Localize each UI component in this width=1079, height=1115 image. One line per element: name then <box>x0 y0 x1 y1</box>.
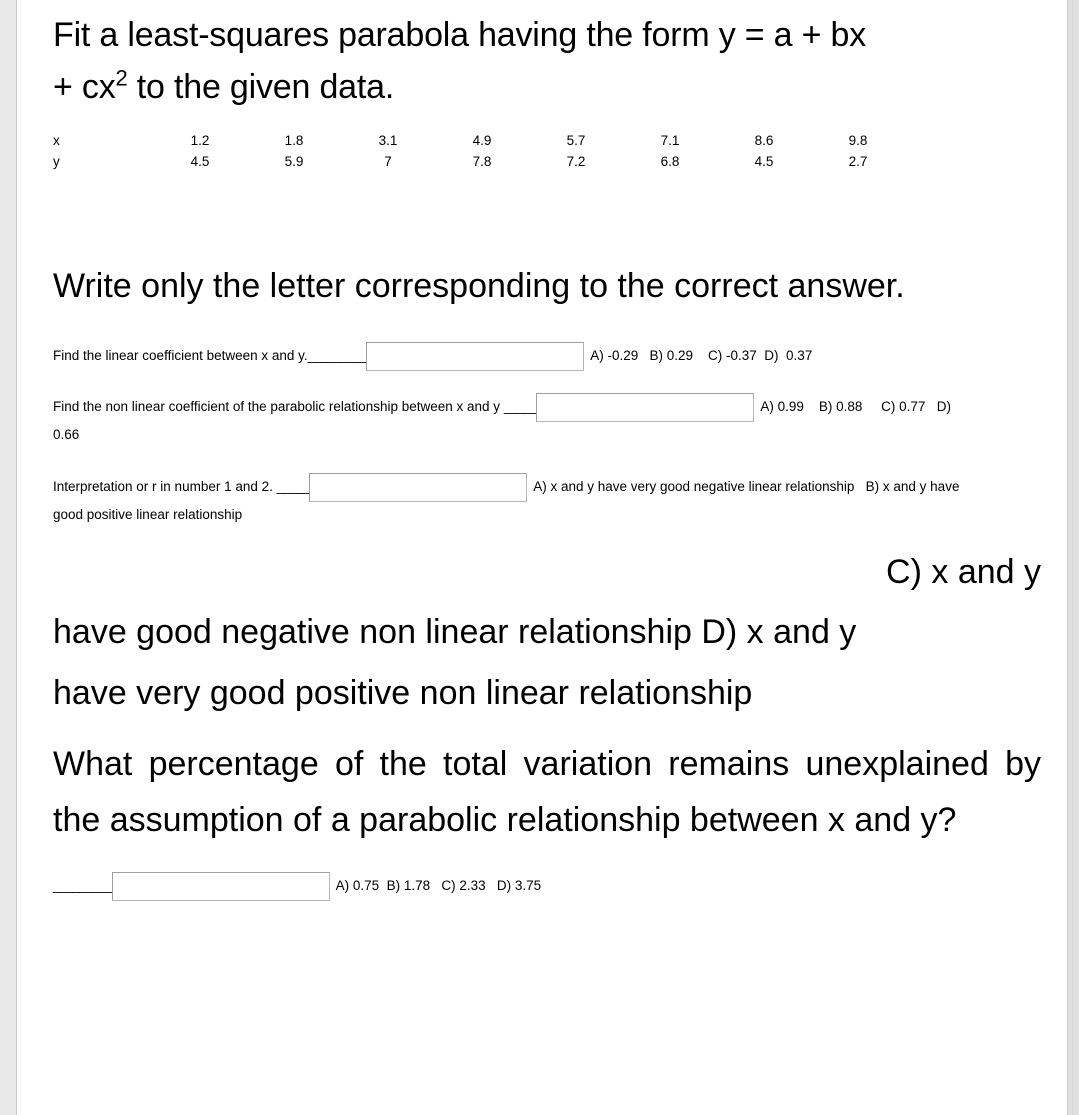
row-label-x: x <box>53 133 60 149</box>
title-line-2-suffix: to the given data. <box>127 67 395 106</box>
question-3-blank: _____ <box>276 478 311 494</box>
question-4-blank: _________ <box>53 877 113 893</box>
x-value-3: 4.9 <box>472 133 492 149</box>
question-3: Interpretation or r in number 1 and 2. _… <box>53 472 1041 528</box>
y-value-0: 4.5 <box>190 154 210 170</box>
question-3-option-c-line1: C) x and y <box>886 552 1041 591</box>
y-value-7: 2.7 <box>848 154 868 170</box>
question-1-blank: _________ <box>307 348 368 364</box>
y-value-1: 5.9 <box>284 154 304 170</box>
y-value-3: 7.8 <box>472 154 492 170</box>
table-row-y: y 4.5 5.9 7 7.8 7.2 6.8 4.5 2.7 <box>53 152 905 173</box>
question-3-options: A) x and y have very good negative linea… <box>533 478 960 494</box>
question-4-options: A) 0.75 B) 1.78 C) 2.33 D) 3.75 <box>335 877 542 893</box>
question-2-options-wrap: 0.66 <box>53 427 80 443</box>
question-1: Find the linear coefficient between x an… <box>53 342 1041 372</box>
title-line-1: Fit a least-squares parabola having the … <box>53 16 867 54</box>
question-3-input[interactable] <box>309 472 528 502</box>
question-2-options: A) 0.99 B) 0.88 C) 0.77 D) <box>760 399 951 415</box>
y-value-5: 6.8 <box>660 154 680 170</box>
y-value-4: 7.2 <box>566 154 586 170</box>
document-page: Fit a least-squares parabola having the … <box>16 0 1073 1115</box>
question-2: Find the non linear coefficient of the p… <box>53 393 1041 448</box>
page-title: Fit a least-squares parabola having the … <box>53 0 1041 113</box>
page-inner-right-rule <box>1072 0 1073 1115</box>
table-row-x: x 1.2 1.8 3.1 4.9 5.7 7.1 8.6 9.8 <box>53 131 905 152</box>
question-3-option-cd-line2: have good negative non linear relationsh… <box>53 613 857 652</box>
question-4-prompt: What percentage of the total variation r… <box>53 745 1041 839</box>
question-1-input[interactable] <box>366 342 585 372</box>
row-label-y: y <box>53 154 60 170</box>
question-2-input[interactable] <box>536 393 755 423</box>
question-1-prompt: Find the linear coefficient between x an… <box>53 348 308 364</box>
instruction-text: Write only the letter corresponding to t… <box>53 267 905 306</box>
left-gutter <box>0 0 16 1115</box>
document-viewport: Fit a least-squares parabola having the … <box>0 0 1079 1115</box>
document-content: Fit a least-squares parabola having the … <box>53 0 1041 901</box>
question-4-input[interactable] <box>111 871 330 901</box>
x-value-1: 1.8 <box>284 133 304 149</box>
question-1-options: A) -0.29 B) 0.29 C) -0.37 D) 0.37 <box>590 348 813 364</box>
question-2-prompt: Find the non linear coefficient of the p… <box>53 399 501 415</box>
x-value-4: 5.7 <box>566 133 586 149</box>
x-value-5: 7.1 <box>660 133 680 149</box>
right-scroll-gutter[interactable] <box>1068 0 1079 1115</box>
question-3-options-wrap: good positive linear relationship <box>53 506 243 522</box>
data-table: x 1.2 1.8 3.1 4.9 5.7 7.1 8.6 9.8 y 4.5 … <box>53 131 905 173</box>
x-value-0: 1.2 <box>190 133 210 149</box>
question-2-blank: _____ <box>503 399 538 415</box>
title-line-2-prefix: + cx <box>53 67 116 106</box>
x-value-2: 3.1 <box>378 133 398 149</box>
question-3-option-d-line3: have very good positive non linear relat… <box>53 673 753 712</box>
y-value-2: 7 <box>384 154 392 170</box>
y-value-6: 4.5 <box>754 154 774 170</box>
title-exponent: 2 <box>115 65 128 91</box>
x-value-6: 8.6 <box>754 133 774 149</box>
question-4: _________ A) 0.75 B) 1.78 C) 2.33 D) 3.75 <box>53 871 1041 901</box>
x-value-7: 9.8 <box>848 133 868 149</box>
question-3-prompt: Interpretation or r in number 1 and 2. <box>53 478 273 494</box>
